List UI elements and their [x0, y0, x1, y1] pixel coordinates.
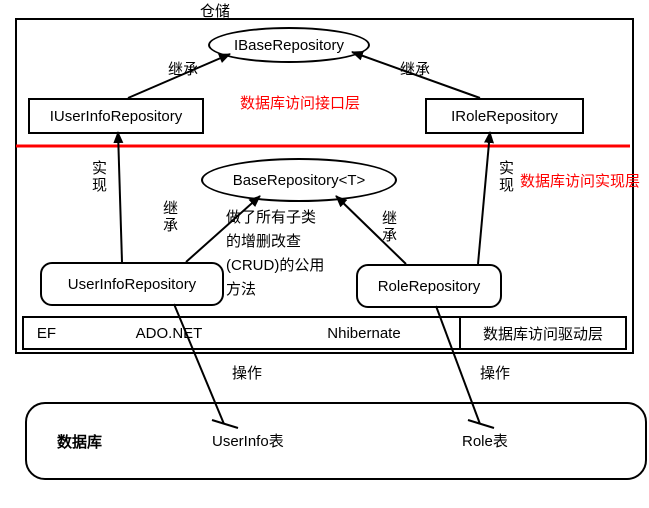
edge-label-inherit-role-base: 继承 — [378, 210, 399, 244]
interface-layer-label: 数据库访问接口层 — [240, 92, 360, 113]
node-ibase-repository: IBaseRepository — [208, 27, 370, 63]
node-role-repository: RoleRepository — [356, 264, 502, 308]
table-role: Role表 — [462, 430, 508, 451]
role-label: RoleRepository — [378, 278, 481, 295]
impl-layer-label: 数据库访问实现层 — [520, 170, 640, 191]
desc-line1: 做了所有子类 — [226, 206, 336, 230]
ibase-label: IBaseRepository — [234, 37, 344, 54]
edge-label-op-user: 操作 — [232, 362, 262, 383]
baseT-label: BaseRepository<T> — [233, 172, 366, 189]
edge-label-inherit-user-base: 继承 — [159, 200, 180, 234]
driver-layer-label: 数据库访问驱动层 — [483, 323, 603, 344]
driver-layer: EF ADO.NET Nhibernate 数据库访问驱动层 — [22, 316, 627, 350]
node-base-repository: BaseRepository<T> — [201, 158, 397, 202]
user-label: UserInfoRepository — [68, 276, 196, 293]
driver-nhibernate: Nhibernate — [327, 325, 400, 342]
node-user-repository: UserInfoRepository — [40, 262, 224, 306]
irole-label: IRoleRepository — [451, 108, 558, 125]
desc-line3: (CRUD)的公用 — [226, 254, 336, 278]
driver-ef: EF — [37, 325, 56, 342]
db-label: 数据库 — [57, 431, 102, 452]
desc-line4: 方法 — [226, 278, 336, 302]
desc-line2: 的增删改查 — [226, 230, 336, 254]
driver-adonet: ADO.NET — [136, 325, 203, 342]
edge-label-inherit-left: 继承 — [168, 58, 198, 79]
edge-label-impl-left: 实现 — [88, 160, 109, 194]
base-description: 做了所有子类 的增删改查 (CRUD)的公用 方法 — [226, 206, 336, 302]
title-label: 仓储 — [200, 0, 230, 21]
edge-label-impl-right: 实现 — [495, 160, 516, 194]
edge-label-op-role: 操作 — [480, 362, 510, 383]
database-box: 数据库 — [25, 402, 647, 480]
node-iuser-repository: IUserInfoRepository — [28, 98, 204, 134]
edge-label-inherit-right: 继承 — [400, 58, 430, 79]
table-user: UserInfo表 — [212, 430, 284, 451]
iuser-label: IUserInfoRepository — [50, 108, 183, 125]
node-irole-repository: IRoleRepository — [425, 98, 584, 134]
